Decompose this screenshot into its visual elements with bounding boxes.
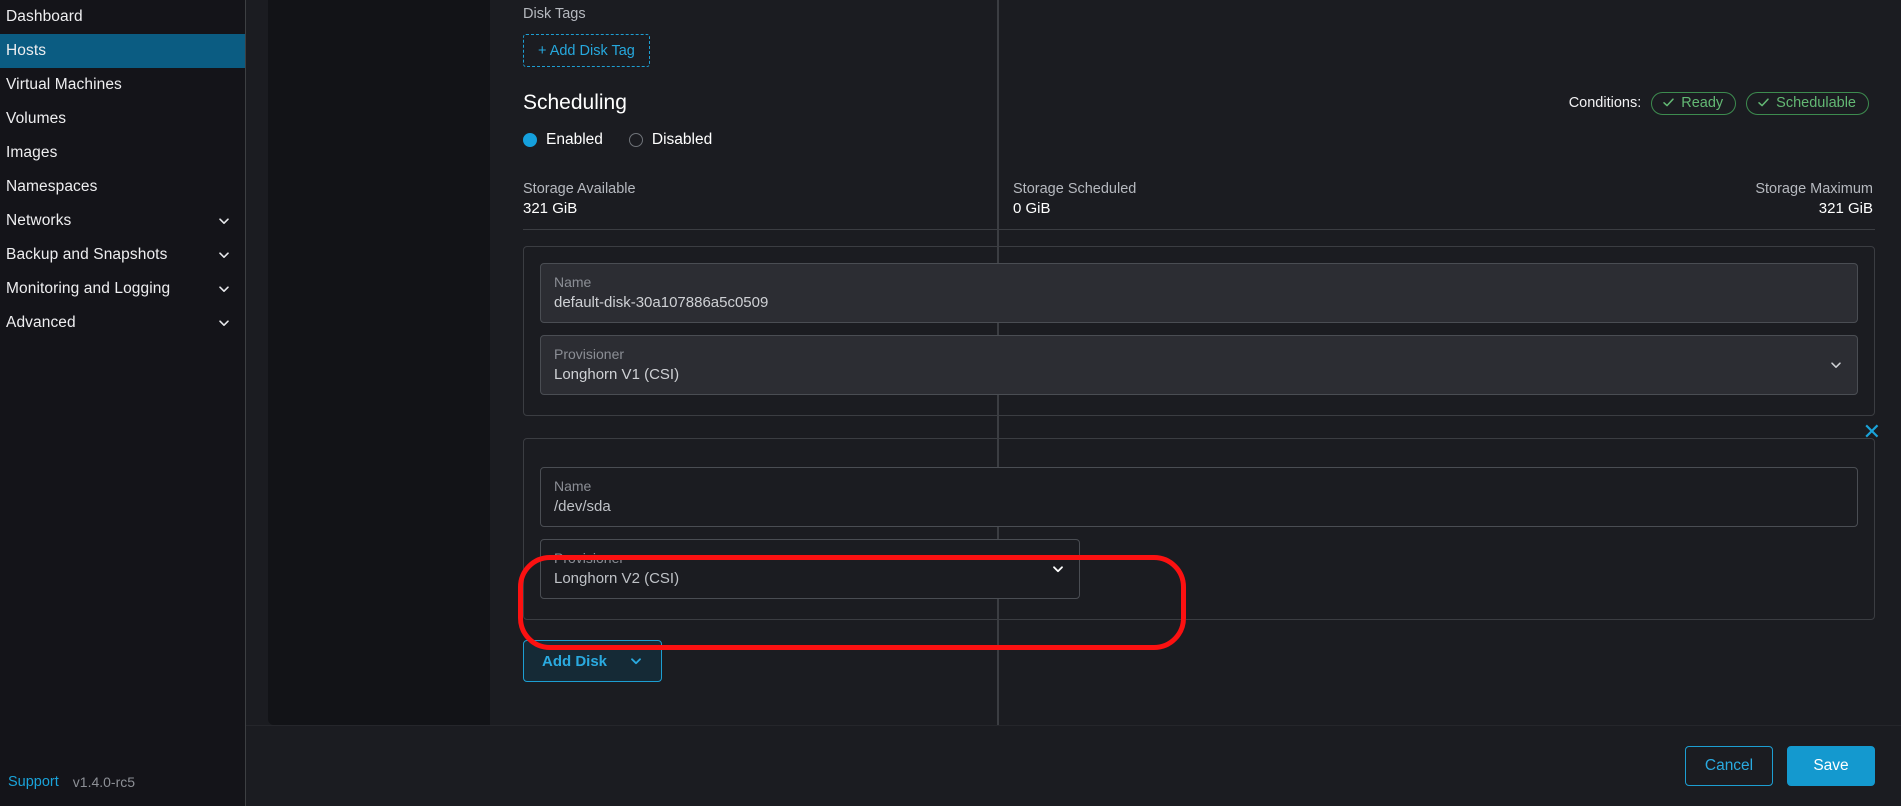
sidebar-item-label: Volumes [6, 110, 67, 127]
radio-scheduling-enabled[interactable]: Enabled [523, 131, 603, 149]
sidebar-nav: Dashboard Hosts Virtual Machines Volumes… [0, 0, 245, 340]
sidebar-item-dashboard[interactable]: Dashboard [0, 0, 245, 34]
form-footer: Cancel Save [246, 725, 1901, 806]
add-disk-button-label: Add Disk [542, 652, 608, 670]
storage-scheduled-value: 0 GiB [1013, 200, 1051, 217]
sidebar-item-label: Namespaces [6, 178, 98, 195]
storage-available: Storage Available 321 GiB [523, 181, 1013, 217]
disk-provisioner-select-2[interactable]: Provisioner Longhorn V2 (CSI) [540, 539, 1080, 599]
app-root: Dashboard Hosts Virtual Machines Volumes… [0, 0, 1901, 806]
chevron-down-icon [217, 248, 231, 262]
status-badge-label: Schedulable [1776, 94, 1856, 111]
sidebar-footer: Support v1.4.0-rc5 [0, 758, 246, 806]
disk-provisioner-select-1[interactable]: Provisioner Longhorn V1 (CSI) [540, 335, 1858, 395]
main-content: Disk Tags + Add Disk Tag Scheduling Cond… [490, 0, 1901, 806]
sidebar-item-label: Monitoring and Logging [6, 280, 171, 297]
storage-scheduled-label: Storage Scheduled [1013, 181, 1137, 197]
disk-provisioner-label: Provisioner [554, 550, 625, 566]
chevron-down-icon [217, 214, 231, 228]
chevron-down-icon [217, 316, 231, 330]
status-badge-ready: Ready [1651, 91, 1737, 115]
chevron-down-icon [629, 654, 643, 668]
storage-available-label: Storage Available [523, 181, 636, 197]
storage-scheduled: Storage Scheduled 0 GiB [1013, 181, 1755, 217]
sidebar-item-virtual-machines[interactable]: Virtual Machines [0, 68, 245, 102]
check-icon [1757, 96, 1770, 109]
disk-provisioner-value: Longhorn V1 (CSI) [554, 366, 680, 383]
sidebar-item-volumes[interactable]: Volumes [0, 102, 245, 136]
disk-provisioner-value: Longhorn V2 (CSI) [554, 570, 680, 587]
disk-name-label: Name [554, 478, 592, 494]
disk-name-value: /dev/sda [554, 498, 611, 515]
sidebar-item-advanced[interactable]: Advanced [0, 306, 245, 340]
add-disk-button[interactable]: Add Disk [523, 640, 663, 682]
scheduling-header-row: Scheduling Conditions: Ready Schedulable [523, 91, 1875, 115]
status-badge-label: Ready [1681, 94, 1724, 111]
disk-name-field-2: Name /dev/sda [540, 467, 1858, 527]
disk-tags-label: Disk Tags [523, 6, 586, 22]
sidebar-item-label: Dashboard [6, 8, 83, 25]
storage-maximum-value: 321 GiB [1818, 200, 1873, 217]
sidebar-item-images[interactable]: Images [0, 136, 245, 170]
side-detail-panel [268, 0, 490, 725]
chevron-down-icon [217, 282, 231, 296]
sidebar-item-label: Hosts [6, 42, 47, 59]
cancel-button[interactable]: Cancel [1685, 745, 1773, 786]
radio-scheduling-disabled[interactable]: Disabled [628, 131, 713, 149]
storage-summary-row: Storage Available 321 GiB Storage Schedu… [523, 181, 1875, 230]
disk-name-field-1: Name default-disk-30a107886a5c0509 [540, 263, 1858, 323]
scheduling-radio-group: Enabled Disabled [523, 131, 1875, 149]
chevron-down-icon [1829, 358, 1843, 372]
conditions-group: Conditions: Ready Schedulable [1568, 91, 1875, 115]
sidebar-item-backup-and-snapshots[interactable]: Backup and Snapshots [0, 238, 245, 272]
disk-card-sda: ✕ Name /dev/sda Provisioner Longhorn V2 … [523, 421, 1881, 620]
sidebar-item-label: Virtual Machines [6, 76, 122, 93]
version-label: v1.4.0-rc5 [72, 774, 136, 790]
storage-maximum-label: Storage Maximum [1755, 181, 1873, 197]
save-button[interactable]: Save [1787, 745, 1875, 786]
disk-name-label: Name [554, 274, 592, 290]
disk-provisioner-label: Provisioner [554, 346, 625, 362]
close-icon[interactable]: ✕ [1863, 421, 1881, 443]
sidebar-item-label: Backup and Snapshots [6, 246, 168, 263]
radio-label: Disabled [651, 131, 713, 148]
status-badge-schedulable: Schedulable [1746, 91, 1869, 115]
disk-form: Disk Tags + Add Disk Tag Scheduling Cond… [490, 6, 1901, 682]
scheduling-title: Scheduling [523, 91, 627, 114]
sidebar-item-hosts[interactable]: Hosts [0, 34, 245, 68]
add-disk-tag-button[interactable]: + Add Disk Tag [523, 34, 650, 67]
sidebar-item-networks[interactable]: Networks [0, 204, 245, 238]
radio-label: Enabled [546, 131, 603, 148]
sidebar: Dashboard Hosts Virtual Machines Volumes… [0, 0, 246, 806]
sidebar-item-namespaces[interactable]: Namespaces [0, 170, 245, 204]
sidebar-item-label: Images [6, 144, 58, 161]
disk-card-default: Name default-disk-30a107886a5c0509 Provi… [523, 246, 1875, 416]
conditions-label: Conditions: [1568, 95, 1642, 111]
storage-available-value: 321 GiB [523, 200, 578, 217]
sidebar-item-label: Advanced [6, 314, 76, 331]
support-link[interactable]: Support [8, 774, 59, 790]
radio-dot-icon [628, 133, 643, 147]
storage-maximum: Storage Maximum 321 GiB [1755, 181, 1875, 217]
radio-dot-icon [523, 133, 537, 147]
disk-name-value: default-disk-30a107886a5c0509 [554, 294, 769, 311]
check-icon [1662, 96, 1675, 109]
chevron-down-icon [1051, 562, 1065, 576]
sidebar-item-label: Networks [6, 212, 72, 229]
sidebar-item-monitoring-and-logging[interactable]: Monitoring and Logging [0, 272, 245, 306]
